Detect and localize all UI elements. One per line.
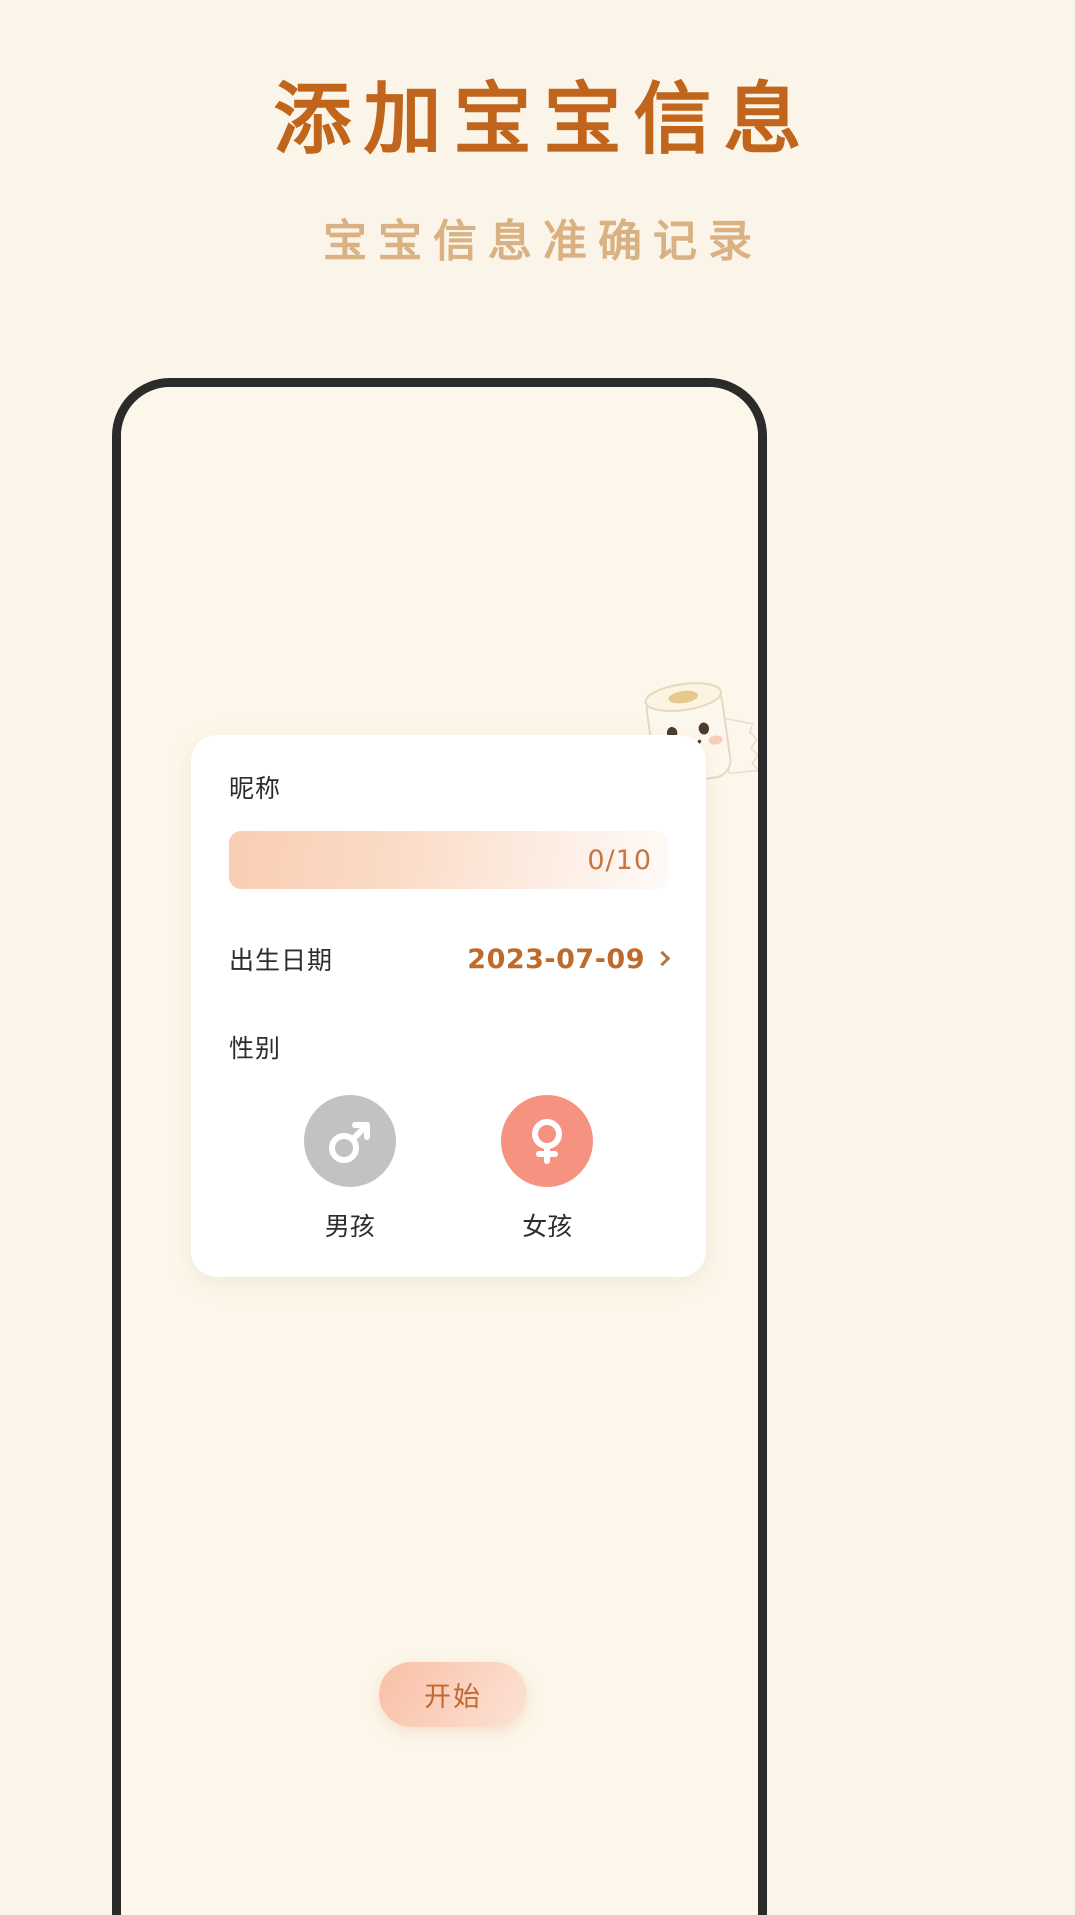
- page-root: 添加宝宝信息 宝宝信息准确记录 昵称 0/10 出生日期 2023-07-09 …: [0, 0, 1075, 1915]
- mars-symbol-icon: [303, 1095, 396, 1187]
- birthdate-label: 出生日期: [229, 946, 334, 975]
- gender-option-male[interactable]: 男孩: [251, 1095, 449, 1243]
- baby-info-card: 昵称 0/10 出生日期 2023-07-09 性别 男孩 女孩: [191, 735, 706, 1277]
- nickname-label: 昵称: [229, 774, 282, 803]
- birthdate-row[interactable]: 出生日期 2023-07-09: [229, 941, 671, 977]
- phone-screen: 昵称 0/10 出生日期 2023-07-09 性别 男孩 女孩 开始: [121, 387, 758, 1915]
- nickname-input[interactable]: 0/10: [229, 831, 668, 889]
- venus-symbol-icon: [501, 1095, 594, 1187]
- gender-option-female-label: 女孩: [522, 1212, 573, 1241]
- phone-mockup: 昵称 0/10 出生日期 2023-07-09 性别 男孩 女孩 开始: [112, 378, 767, 1915]
- chevron-right-icon: [654, 950, 671, 966]
- gender-options: 男孩 女孩: [229, 1095, 668, 1243]
- nickname-char-counter: 0/10: [587, 844, 652, 876]
- gender-label: 性别: [229, 1034, 282, 1063]
- birthdate-value-group[interactable]: 2023-07-09: [467, 943, 671, 975]
- gender-option-female[interactable]: 女孩: [449, 1095, 647, 1243]
- start-button-label: 开始: [424, 1682, 482, 1713]
- gender-option-male-label: 男孩: [324, 1212, 375, 1241]
- page-subtitle: 宝宝信息准确记录: [323, 216, 763, 267]
- page-title: 添加宝宝信息: [273, 75, 814, 165]
- start-button[interactable]: 开始: [379, 1662, 527, 1727]
- birthdate-value: 2023-07-09: [467, 943, 645, 975]
